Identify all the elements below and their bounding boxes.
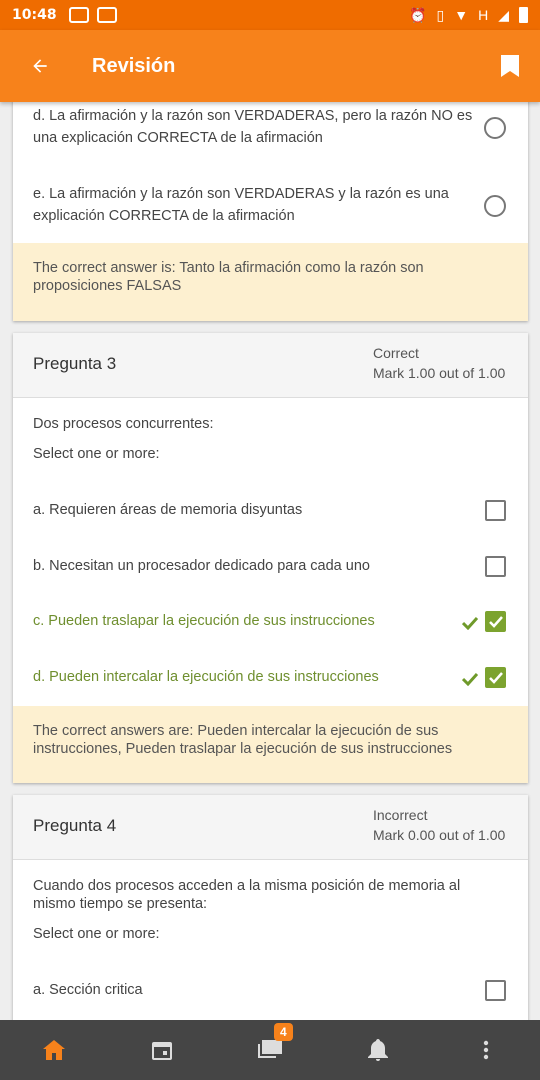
bookmark-icon [501, 55, 519, 77]
question-mark: Mark 0.00 out of 1.00 [373, 827, 506, 843]
question-header: Pregunta 3 Correct Mark 1.00 out of 1.00 [13, 333, 528, 398]
nav-home[interactable] [24, 1020, 84, 1080]
back-button[interactable] [0, 30, 80, 102]
wifi-icon: ▼ [454, 7, 469, 23]
answer-option-d: d. La afirmación y la razón son VERDADER… [33, 108, 473, 146]
checkbox-option-b [485, 556, 506, 577]
question-prompt: Select one or more: [33, 926, 160, 942]
nav-calendar[interactable] [132, 1020, 192, 1080]
checkbox-option-a [485, 500, 506, 521]
nav-notifications[interactable] [348, 1020, 408, 1080]
question-card-4: Pregunta 4 Incorrect Mark 0.00 out of 1.… [13, 795, 528, 1020]
checkbox-option-a [485, 980, 506, 1001]
answer-option-d: d. Pueden intercalar la ejecución de sus… [33, 669, 379, 685]
correct-check-icon [462, 616, 478, 630]
question-number: Pregunta 3 [33, 354, 117, 373]
gallery-icon [96, 7, 117, 23]
checkbox-option-c [485, 611, 506, 632]
bottom-nav: 4 [0, 1020, 540, 1080]
messages-icon [258, 1040, 282, 1058]
bell-icon [368, 1039, 388, 1061]
question-card-2: d. La afirmación y la razón son VERDADER… [13, 102, 528, 321]
checkmark-icon [488, 615, 503, 628]
battery-icon [519, 7, 528, 23]
bookmark-button[interactable] [480, 30, 540, 102]
correct-check-icon [462, 672, 478, 686]
signal-icon: ◢ [498, 6, 509, 23]
checkmark-icon [488, 671, 503, 684]
question-text: Cuando dos procesos acceden a la misma p… [33, 878, 461, 912]
vibrate-icon: ▯ [436, 6, 445, 23]
answer-option-a: a. Sección critica [33, 982, 143, 998]
answer-option-a: a. Requieren áreas de memoria disyuntas [33, 502, 303, 518]
review-content[interactable]: d. La afirmación y la razón son VERDADER… [0, 102, 540, 1020]
alarm-icon: ⏰ [409, 6, 427, 23]
page-title: Revisión [92, 54, 176, 77]
question-mark: Mark 1.00 out of 1.00 [373, 365, 506, 381]
nav-more[interactable] [456, 1020, 516, 1080]
radio-option-e [484, 195, 506, 217]
status-bar: 10:48 ⏰ ▯ ▼ H ◢ [0, 0, 540, 30]
app-bar: Revisión [0, 30, 540, 102]
status-time: 10:48 [12, 7, 57, 23]
question-prompt: Select one or more: [33, 446, 160, 462]
correct-answers-feedback: The correct answers are: Pueden intercal… [13, 706, 528, 783]
answer-option-b: b. Necesitan un procesador dedicado para… [33, 558, 370, 574]
checkbox-option-d [485, 667, 506, 688]
calendar-icon [152, 1042, 172, 1060]
more-vert-icon [483, 1040, 489, 1060]
question-state: Incorrect [373, 807, 428, 823]
radio-option-d [484, 117, 506, 139]
correct-answer-feedback: The correct answer is: Tanto la afirmaci… [13, 243, 528, 321]
question-state: Correct [373, 345, 419, 361]
messages-badge: 4 [274, 1023, 293, 1041]
arrow-left-icon [33, 59, 47, 73]
question-number: Pregunta 4 [33, 816, 117, 835]
home-icon [43, 1040, 65, 1060]
network-type: H [478, 7, 489, 23]
answer-option-c: c. Pueden traslapar la ejecución de sus … [33, 613, 375, 629]
question-card-3: Pregunta 3 Correct Mark 1.00 out of 1.00… [13, 333, 528, 783]
notification-icon [68, 7, 89, 23]
question-header: Pregunta 4 Incorrect Mark 0.00 out of 1.… [13, 795, 528, 860]
answer-option-e: e. La afirmación y la razón son VERDADER… [33, 186, 449, 224]
question-text: Dos procesos concurrentes: [33, 416, 214, 432]
nav-messages[interactable]: 4 [240, 1020, 300, 1080]
